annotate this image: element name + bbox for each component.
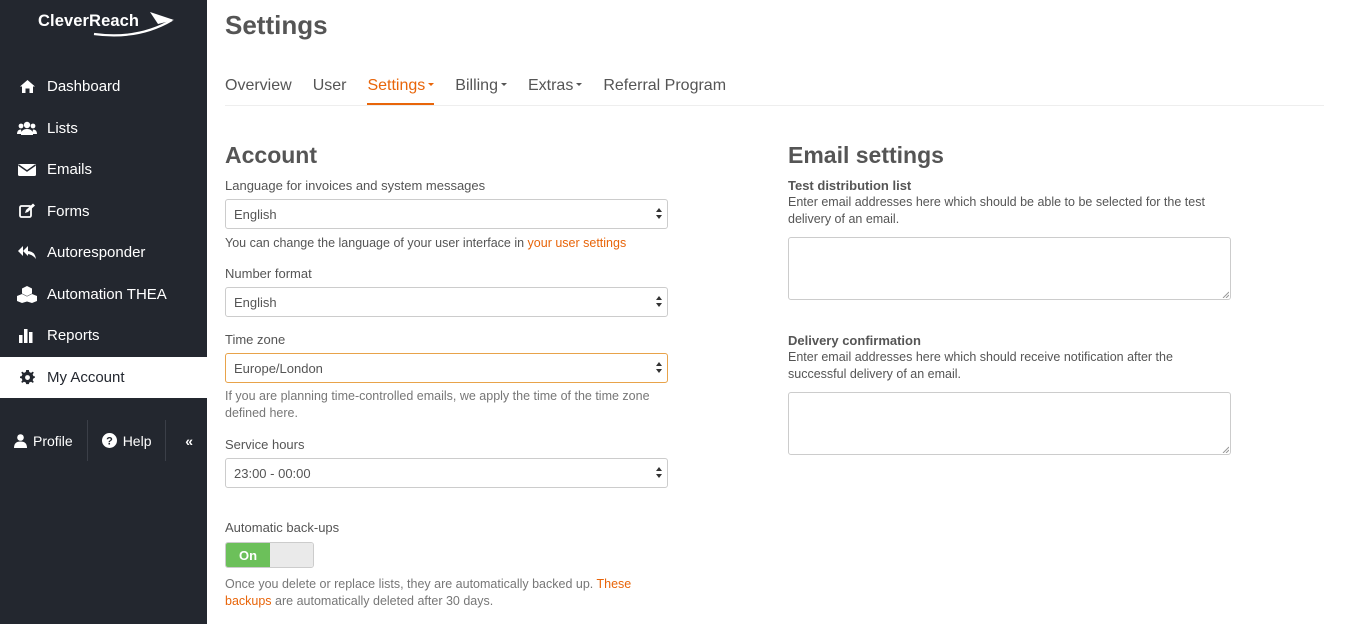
user-icon	[14, 433, 27, 448]
tab-label: User	[312, 77, 347, 94]
select-arrows-icon	[656, 362, 663, 374]
sidebar-item-dashboard[interactable]: Dashboard	[0, 66, 207, 108]
service-hours-select[interactable]: 23:00 - 00:00	[225, 458, 668, 488]
language-select-value: English	[234, 206, 277, 222]
test-list-help: Enter email addresses here which should …	[788, 195, 1205, 226]
sidebar-item-lists[interactable]: Lists	[0, 108, 207, 150]
tab-referral-program[interactable]: Referral Program	[603, 74, 726, 106]
sidebar-item-label: Emails	[47, 161, 93, 179]
sidebar-item-label: Automation THEA	[47, 285, 167, 303]
bar-chart-icon	[17, 327, 37, 345]
help-label: Help	[122, 432, 152, 449]
sidebar-item-label: Dashboard	[47, 78, 121, 96]
sidebar: CleverReach Dashboard Lists Emails Forms…	[0, 0, 207, 624]
sidebar-item-label: Reports	[47, 327, 100, 345]
sidebar-bottom-bar: Profile ? Help «	[0, 420, 207, 461]
tab-label: Referral Program	[603, 77, 727, 94]
sidebar-item-reports[interactable]: Reports	[0, 315, 207, 357]
sidebar-item-label: Autoresponder	[47, 244, 146, 262]
sidebar-item-emails[interactable]: Emails	[0, 149, 207, 191]
caret-down-icon	[500, 83, 507, 87]
sidebar-nav: Dashboard Lists Emails Forms Autorespond…	[0, 66, 207, 398]
sidebar-item-label: Forms	[47, 202, 90, 220]
tab-label: Settings	[367, 77, 426, 94]
backup-toggle[interactable]: On	[225, 542, 314, 568]
tab-user[interactable]: User	[313, 74, 347, 106]
test-list-textarea[interactable]	[788, 237, 1231, 300]
language-select[interactable]: English	[225, 199, 668, 229]
help-button[interactable]: ? Help	[88, 420, 166, 461]
language-help-text: You can change the language of your user…	[225, 236, 528, 250]
timezone-label: Time zone	[225, 332, 286, 347]
tabs-bar: Overview User Settings Billing Extras Re…	[225, 74, 1324, 106]
cubes-icon	[17, 285, 37, 303]
timezone-value: Europe/London	[234, 360, 323, 376]
home-icon	[17, 78, 37, 96]
language-label: Language for invoices and system message…	[225, 178, 486, 193]
delivery-confirmation-help: Enter email addresses here which should …	[788, 350, 1173, 381]
delivery-confirmation-textarea[interactable]	[788, 392, 1231, 455]
envelope-icon	[17, 161, 37, 179]
edit-icon	[17, 202, 37, 220]
service-hours-label: Service hours	[225, 437, 305, 452]
number-format-value: English	[234, 294, 277, 310]
collapse-sidebar-button[interactable]: «	[185, 433, 207, 449]
tab-label: Extras	[527, 77, 574, 94]
tab-label: Overview	[225, 77, 292, 94]
sidebar-item-autoresponder[interactable]: Autoresponder	[0, 232, 207, 274]
backup-label: Automatic back-ups	[225, 520, 340, 535]
sidebar-item-automation-thea[interactable]: Automation THEA	[0, 274, 207, 316]
toggle-on-label: On	[226, 543, 270, 567]
page-title: Settings	[225, 10, 328, 40]
user-settings-link[interactable]: your user settings	[528, 236, 627, 250]
select-arrows-icon	[656, 296, 663, 308]
tab-settings[interactable]: Settings	[367, 74, 435, 105]
timezone-select[interactable]: Europe/London	[225, 353, 668, 383]
account-section-title: Account	[225, 142, 317, 168]
sidebar-item-forms[interactable]: Forms	[0, 191, 207, 233]
svg-text:?: ?	[106, 436, 113, 448]
sidebar-item-label: Lists	[47, 119, 78, 137]
number-format-label: Number format	[225, 266, 312, 281]
tab-billing[interactable]: Billing	[455, 74, 507, 106]
backup-help: Once you delete or replace lists, they a…	[225, 576, 655, 610]
select-arrows-icon	[656, 208, 663, 220]
users-icon	[17, 119, 37, 137]
sidebar-item-my-account[interactable]: My Account	[0, 356, 207, 398]
toggle-off-area	[270, 543, 313, 567]
tab-extras[interactable]: Extras	[527, 74, 583, 106]
language-help: You can change the language of your user…	[225, 235, 685, 252]
service-hours-value: 23:00 - 00:00	[234, 465, 311, 481]
sidebar-item-label: My Account	[47, 368, 125, 386]
number-format-select[interactable]: English	[225, 287, 668, 317]
backup-help-text: Once you delete or replace lists, they a…	[225, 577, 597, 591]
delivery-confirmation-label: Delivery confirmation	[788, 333, 921, 348]
email-settings-title: Email settings	[788, 142, 944, 168]
logo-swoosh-icon	[93, 12, 174, 37]
tab-label: Billing	[455, 77, 498, 94]
gear-icon	[17, 368, 37, 386]
select-arrows-icon	[656, 467, 663, 479]
profile-button[interactable]: Profile	[0, 420, 87, 461]
profile-label: Profile	[33, 432, 73, 449]
test-list-label: Test distribution list	[788, 178, 912, 193]
reply-all-icon	[17, 244, 37, 262]
backup-help-end: are automatically deleted after 30 days.	[271, 594, 494, 608]
caret-down-icon	[576, 83, 583, 87]
timezone-help: If you are planning time-controlled emai…	[225, 389, 650, 420]
resize-grip-icon[interactable]	[1222, 291, 1229, 298]
resize-grip-icon[interactable]	[1222, 446, 1229, 453]
question-circle-icon: ?	[101, 433, 117, 448]
tab-overview[interactable]: Overview	[225, 74, 292, 106]
brand-logo[interactable]: CleverReach	[38, 10, 178, 40]
divider	[165, 420, 167, 461]
caret-down-icon	[428, 83, 435, 87]
